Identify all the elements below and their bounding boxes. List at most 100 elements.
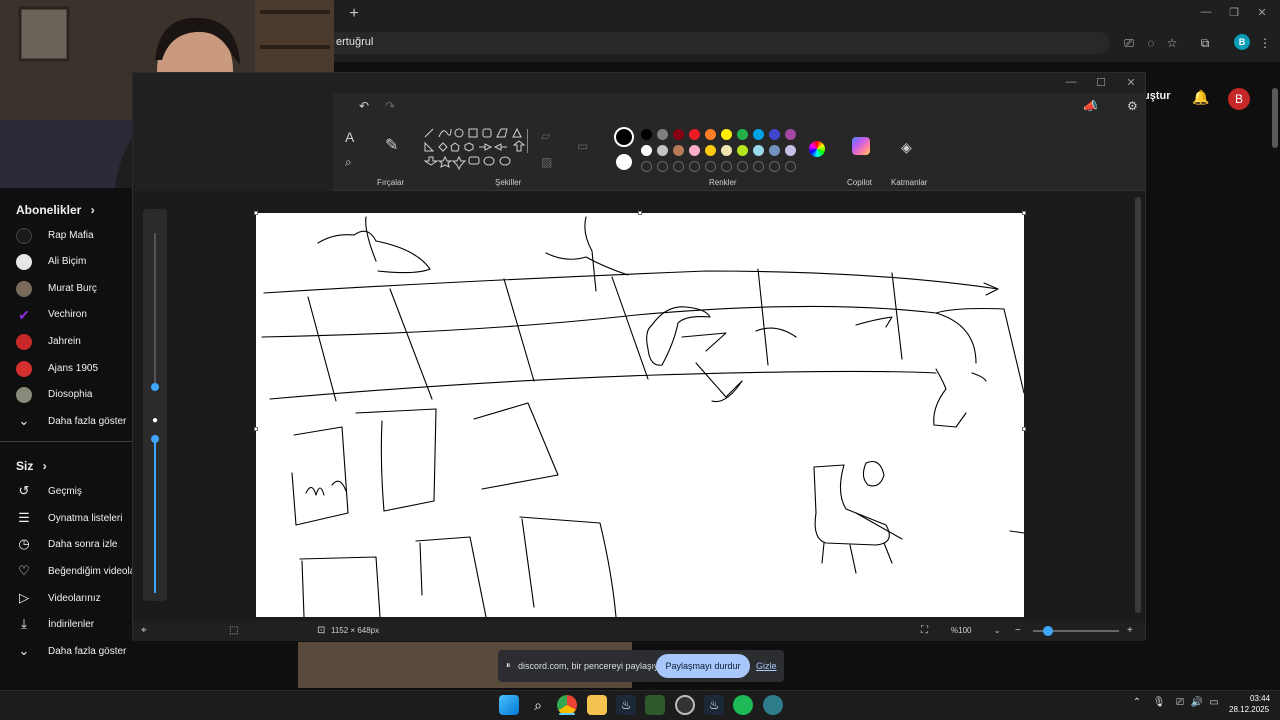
color-swatch[interactable] [641,129,652,140]
sidebar-item-liked-videos[interactable]: ♡ Beğendiğim videolar [16,559,146,585]
globe-app-icon[interactable] [763,695,783,715]
color2-selected[interactable] [616,154,632,170]
minimize-icon[interactable]: — [1196,6,1216,22]
hide-share-bar-link[interactable]: Gizle [756,661,777,671]
eye-off-icon[interactable]: ◌ [1142,34,1160,52]
tray-chevron-icon[interactable]: ⌃ [1130,697,1144,711]
terminal-icon[interactable] [645,695,665,715]
show-more-subscriptions[interactable]: ⌄ Daha fazla göster [16,409,146,435]
custom-color-slot[interactable] [721,161,732,172]
steam-icon[interactable]: ♨ [616,695,636,715]
canvas-scrollbar[interactable] [1135,197,1141,613]
color-swatch[interactable] [721,129,732,140]
resize-handle[interactable] [254,211,258,215]
sidebar-item-watch-later[interactable]: ◷ Daha sonra izle [16,532,146,558]
zoom-tool-icon[interactable]: ⌕ [345,155,352,170]
color-swatch[interactable] [657,145,668,156]
copilot-icon[interactable] [852,137,870,155]
sidebar-item-playlists[interactable]: ☰ Oynatma listeleri [16,506,146,532]
paint-maximize-icon[interactable]: ☐ [1091,76,1111,92]
color-swatch[interactable] [769,129,780,140]
obs-icon[interactable] [675,695,695,715]
custom-color-slot[interactable] [785,161,796,172]
zoom-level-dropdown[interactable]: %100 ⌄ [951,626,1000,635]
color-palette[interactable] [641,127,811,172]
color-swatch[interactable] [705,129,716,140]
address-bar[interactable] [300,32,1110,54]
shapes-gallery[interactable] [421,127,529,175]
custom-color-slot[interactable] [705,161,716,172]
resize-handle[interactable] [1022,211,1026,215]
megaphone-icon[interactable]: 📣 [1083,99,1098,113]
custom-color-slot[interactable] [753,161,764,172]
color1-selected[interactable] [614,127,634,147]
close-icon[interactable]: ✕ [1252,6,1272,22]
stop-sharing-button[interactable]: Paylaşmayı durdur [656,654,750,678]
color-swatch[interactable] [673,129,684,140]
page-scrollbar[interactable] [1272,88,1278,148]
resize-handle[interactable] [254,427,258,431]
shapes-scrollbar[interactable] [527,129,528,153]
profile-avatar[interactable]: B [1234,34,1250,50]
steam-icon-2[interactable]: ♨ [704,695,724,715]
zoom-slider-thumb[interactable] [1043,626,1053,636]
custom-color-slot[interactable] [657,161,668,172]
custom-color-slot[interactable] [689,161,700,172]
microphone-icon[interactable]: 🎙 [1152,697,1166,711]
clock-date[interactable]: 28.12.2025 [1229,705,1269,714]
new-tab-button[interactable]: + [344,4,364,24]
settings-icon[interactable]: ⚙ [1127,99,1138,113]
subscriptions-header[interactable]: Abonelikler › [16,203,95,217]
fill-dropdown-icon[interactable]: ▨ [541,155,552,169]
color-picker-icon[interactable] [809,141,825,157]
battery-icon[interactable]: ▭ [1207,697,1221,711]
paint-minimize-icon[interactable]: — [1061,76,1081,92]
start-icon[interactable] [499,695,519,715]
sidebar-item-ajans-1905[interactable]: Ajans 1905 [16,356,147,382]
sidebar-item-ali-bicim[interactable]: Ali Biçim [16,249,147,275]
sidebar-item-history[interactable]: ↺ Geçmiş [16,479,146,505]
paint-close-icon[interactable]: ✕ [1121,76,1141,92]
show-more-you[interactable]: ⌄ Daha fazla göster [16,639,146,665]
custom-color-slot[interactable] [641,161,652,172]
color-swatch[interactable] [737,129,748,140]
clock-time[interactable]: 03:44 [1250,694,1270,703]
network-icon[interactable]: ⎚ [1173,697,1187,711]
zoom-out-icon[interactable]: − [1015,625,1021,636]
undo-icon[interactable]: ↶ [359,99,369,113]
resize-handle[interactable] [638,211,642,215]
brush-icon[interactable]: ✎ [385,135,398,155]
color-swatch[interactable] [641,145,652,156]
redo-icon[interactable]: ↷ [385,99,395,113]
color-swatch[interactable] [737,145,748,156]
text-tool-icon[interactable]: A [345,129,354,145]
file-explorer-icon[interactable] [587,695,607,715]
you-header[interactable]: Siz › [16,459,47,473]
custom-color-slot[interactable] [737,161,748,172]
outline-dropdown-icon[interactable]: ▱ [541,129,550,143]
fit-window-icon[interactable]: ⛶ [921,625,928,636]
sidebar-item-downloads[interactable]: ⤓ İndirilenler [16,612,146,638]
spotify-icon[interactable] [733,695,753,715]
color-swatch[interactable] [689,129,700,140]
user-avatar[interactable]: B [1228,88,1250,110]
menu-kebab-icon[interactable]: ⋮ [1256,34,1274,52]
notifications-bell-icon[interactable]: 🔔 [1192,89,1210,107]
cast-icon[interactable]: ⎚ [1120,34,1138,52]
size-slider-thumb[interactable] [151,383,159,391]
color-swatch[interactable] [673,145,684,156]
color-swatch[interactable] [689,145,700,156]
sidebar-item-jahrein[interactable]: Jahrein [16,329,147,355]
maximize-icon[interactable]: ❐ [1224,6,1244,22]
volume-icon[interactable]: 🔊 [1190,697,1204,711]
color-swatch[interactable] [785,145,796,156]
sidebar-item-rap-mafia[interactable]: Rap Mafia [16,223,146,249]
color-swatch[interactable] [753,129,764,140]
drawing-canvas[interactable] [256,213,1024,617]
extensions-icon[interactable]: ⧉ [1196,34,1214,52]
custom-color-slot[interactable] [673,161,684,172]
color-swatch[interactable] [769,145,780,156]
sidebar-item-diosophia[interactable]: Diosophia [16,382,147,408]
color-swatch[interactable] [753,145,764,156]
opacity-slider-thumb[interactable] [151,435,159,443]
